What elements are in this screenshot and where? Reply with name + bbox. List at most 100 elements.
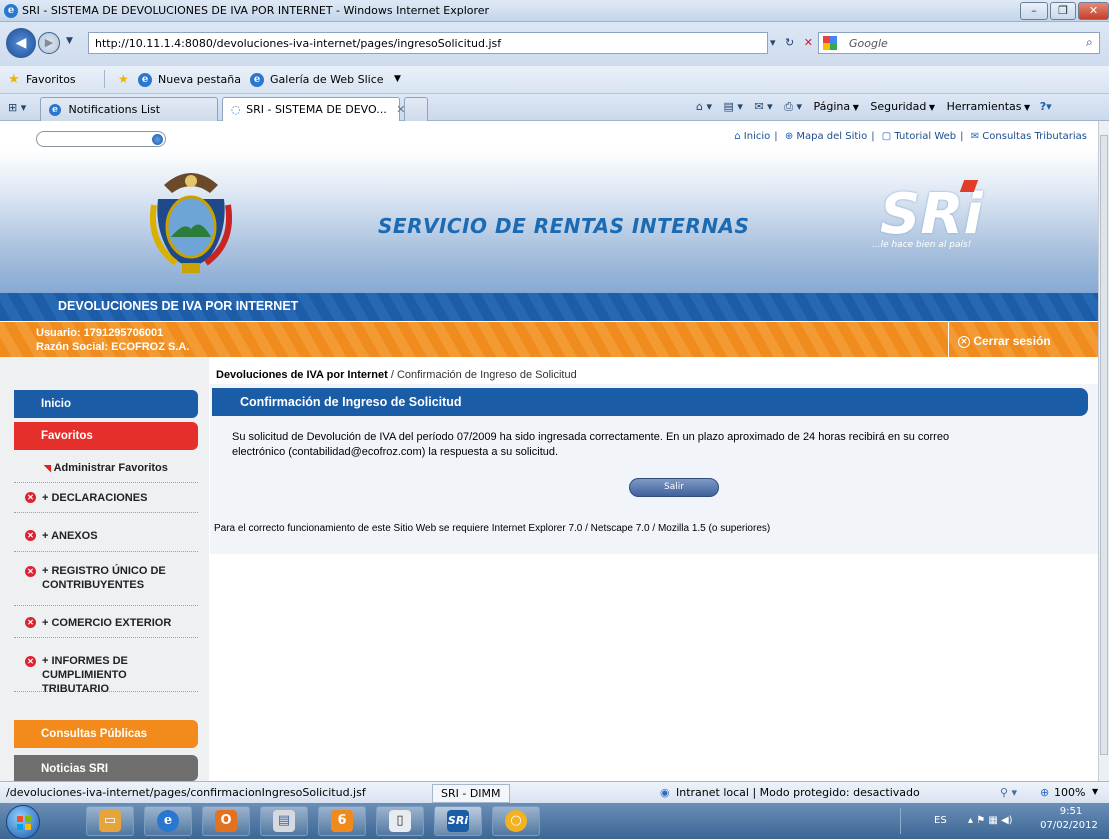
zoom-level[interactable]: 100%: [1054, 786, 1085, 799]
loading-icon: ◌: [231, 103, 241, 116]
favorites-button[interactable]: Favoritos: [26, 73, 76, 86]
section-title-bar: DEVOLUCIONES DE IVA POR INTERNET: [0, 293, 1098, 321]
site-search-button[interactable]: [152, 134, 163, 145]
link-tutorial-web[interactable]: Tutorial Web: [894, 131, 956, 142]
menu-inicio[interactable]: Inicio: [14, 390, 198, 418]
folder-icon: ▭: [99, 810, 121, 832]
sri-icon: SRi: [447, 810, 469, 832]
divider: [900, 808, 901, 834]
minimize-button[interactable]: –: [1020, 2, 1048, 20]
ie-page-icon: e: [250, 73, 264, 87]
recent-pages-dropdown-icon[interactable]: ▼: [66, 36, 73, 46]
tab-notifications[interactable]: e Notifications List: [40, 97, 218, 121]
taskbar-files-button[interactable]: ▤: [260, 806, 308, 836]
favorites-bar: ★ Favoritos ★ e Nueva pestaña e Galería …: [0, 66, 1109, 94]
files-icon: ▤: [273, 810, 295, 832]
star-icon: ★: [8, 72, 20, 87]
command-bar: ⌂ ▾ ▤ ▾ ✉ ▾ ⎙ ▾ Página ▼ Seguridad ▼ Her…: [696, 100, 1052, 113]
url-dropdown-icon[interactable]: ▾: [770, 36, 776, 49]
web-slice-gallery-link[interactable]: Galería de Web Slice: [270, 73, 384, 86]
print-icon[interactable]: ⎙ ▾: [784, 100, 802, 113]
exit-button[interactable]: Salir: [629, 478, 719, 497]
menu-label: + INFORMES DE CUMPLIMIENTO TRIBUTARIO: [42, 655, 128, 695]
taskbar-sri-button[interactable]: SRi: [434, 806, 482, 836]
collapse-icon: ✕: [25, 530, 36, 541]
status-url: /devoluciones-iva-internet/pages/confirm…: [6, 786, 366, 799]
zoom-dropdown-icon[interactable]: ▼: [1092, 787, 1098, 796]
site-search-input[interactable]: [36, 131, 166, 147]
document-icon: ▢: [881, 131, 892, 142]
search-icon[interactable]: ⌕: [1086, 35, 1093, 50]
status-bar: /devoluciones-iva-internet/pages/confirm…: [0, 781, 1109, 803]
stop-icon[interactable]: ✕: [804, 36, 813, 49]
menu-declaraciones[interactable]: ✕ + DECLARACIONES: [14, 491, 198, 513]
page-menu[interactable]: Página: [814, 100, 851, 113]
home-icon[interactable]: ⌂ ▾: [696, 100, 712, 113]
flame-icon: 6: [331, 810, 353, 832]
help-icon[interactable]: ?▾: [1040, 100, 1052, 113]
link-consultas-tributarias[interactable]: Consultas Tributarias: [982, 131, 1087, 142]
security-zone: Intranet local | Modo protegido: desacti…: [676, 786, 920, 799]
scrollbar-thumb[interactable]: [1100, 135, 1108, 755]
tools-menu[interactable]: Herramientas: [947, 100, 1022, 113]
taskbar-app-button[interactable]: 6: [318, 806, 366, 836]
menu-admin-favoritos[interactable]: ◥ Administrar Favoritos: [14, 461, 198, 483]
magnifier-icon: ○: [505, 810, 527, 832]
tab-sri[interactable]: ◌ SRI - SISTEMA DE DEVO... ✕: [222, 97, 405, 121]
security-menu[interactable]: Seguridad: [870, 100, 926, 113]
start-button[interactable]: [6, 805, 40, 839]
vertical-scrollbar[interactable]: [1098, 121, 1109, 781]
close-circle-icon: ✕: [958, 335, 970, 348]
quick-tabs-icon[interactable]: ⊞ ▾: [8, 101, 26, 114]
protected-mode-icon[interactable]: ⚲ ▾: [1000, 786, 1017, 799]
tab-label: Notifications List: [68, 103, 161, 116]
logout-button[interactable]: ✕ Cerrar sesión: [958, 334, 1051, 348]
new-tab-button[interactable]: [404, 97, 428, 121]
link-inicio[interactable]: Inicio: [744, 131, 770, 142]
taskbar-document-button[interactable]: ▯: [376, 806, 424, 836]
refresh-icon[interactable]: ↻: [785, 36, 794, 49]
message-line: electrónico (contabilidad@ecofroz.com) l…: [232, 446, 559, 458]
home-icon: ⌂: [734, 131, 741, 142]
forward-button[interactable]: ▶: [38, 32, 60, 54]
banner-title: SERVICIO DE RENTAS INTERNAS: [378, 214, 750, 238]
menu-comercio-exterior[interactable]: ✕ + COMERCIO EXTERIOR: [14, 616, 198, 638]
menu-label: + DECLARACIONES: [42, 492, 148, 504]
content-header: Confirmación de Ingreso de Solicitud: [212, 388, 1088, 416]
mail-icon[interactable]: ✉ ▾: [754, 100, 772, 113]
new-tab-link[interactable]: Nueva pestaña: [158, 73, 241, 86]
menu-registro-unico[interactable]: ✕ + REGISTRO ÚNICO DE CONTRIBUYENTES: [14, 564, 198, 606]
menu-favoritos[interactable]: Favoritos: [14, 422, 198, 450]
back-button[interactable]: ◀: [6, 28, 36, 58]
envelope-icon: ✉: [970, 131, 980, 142]
chevron-down-icon[interactable]: ▼: [394, 74, 401, 84]
feeds-icon[interactable]: ▤ ▾: [724, 100, 743, 113]
ie-icon: e: [157, 810, 179, 832]
message-line: Su solicitud de Devolución de IVA del pe…: [232, 431, 950, 443]
taskbar-ie-button[interactable]: e: [144, 806, 192, 836]
ie-icon: e: [49, 104, 61, 116]
link-mapa-sitio[interactable]: Mapa del Sitio: [796, 131, 867, 142]
menu-noticias-sri[interactable]: Noticias SRI: [14, 755, 198, 781]
close-window-button[interactable]: ✕: [1078, 2, 1109, 20]
confirmation-message: Su solicitud de Devolución de IVA del pe…: [232, 430, 1092, 460]
menu-informes-cumplimiento[interactable]: ✕ + INFORMES DE CUMPLIMIENTO TRIBUTARIO: [14, 654, 198, 695]
menu-consultas-publicas[interactable]: Consultas Públicas: [14, 720, 198, 748]
ie-page-icon: e: [138, 73, 152, 87]
taskbar-outlook-button[interactable]: O: [202, 806, 250, 836]
zoom-icon: ⊕: [1040, 786, 1050, 799]
tray-icons[interactable]: ▴ ⚑ ▦ ◀): [968, 815, 1013, 826]
url-actions: ▾ ↻ ✕: [770, 36, 813, 49]
menu-label: + ANEXOS: [42, 530, 98, 542]
menu-label: + REGISTRO ÚNICO DE CONTRIBUYENTES: [42, 565, 166, 591]
maximize-button[interactable]: ❐: [1050, 2, 1076, 20]
taskbar-explorer-button[interactable]: ▭: [86, 806, 134, 836]
breadcrumb-root[interactable]: Devoluciones de IVA por Internet: [216, 369, 388, 381]
language-indicator[interactable]: ES: [934, 815, 947, 826]
menu-anexos[interactable]: ✕ + ANEXOS: [14, 527, 198, 552]
site-top-links: ⌂ Inicio | ⊕ Mapa del Sitio | ▢ Tutorial W…: [734, 131, 1087, 142]
search-input[interactable]: Google: [818, 32, 1100, 54]
add-favorite-icon[interactable]: ★: [118, 72, 129, 86]
url-input[interactable]: http://10.11.1.4:8080/devoluciones-iva-i…: [88, 32, 768, 54]
taskbar-search-button[interactable]: ○: [492, 806, 540, 836]
